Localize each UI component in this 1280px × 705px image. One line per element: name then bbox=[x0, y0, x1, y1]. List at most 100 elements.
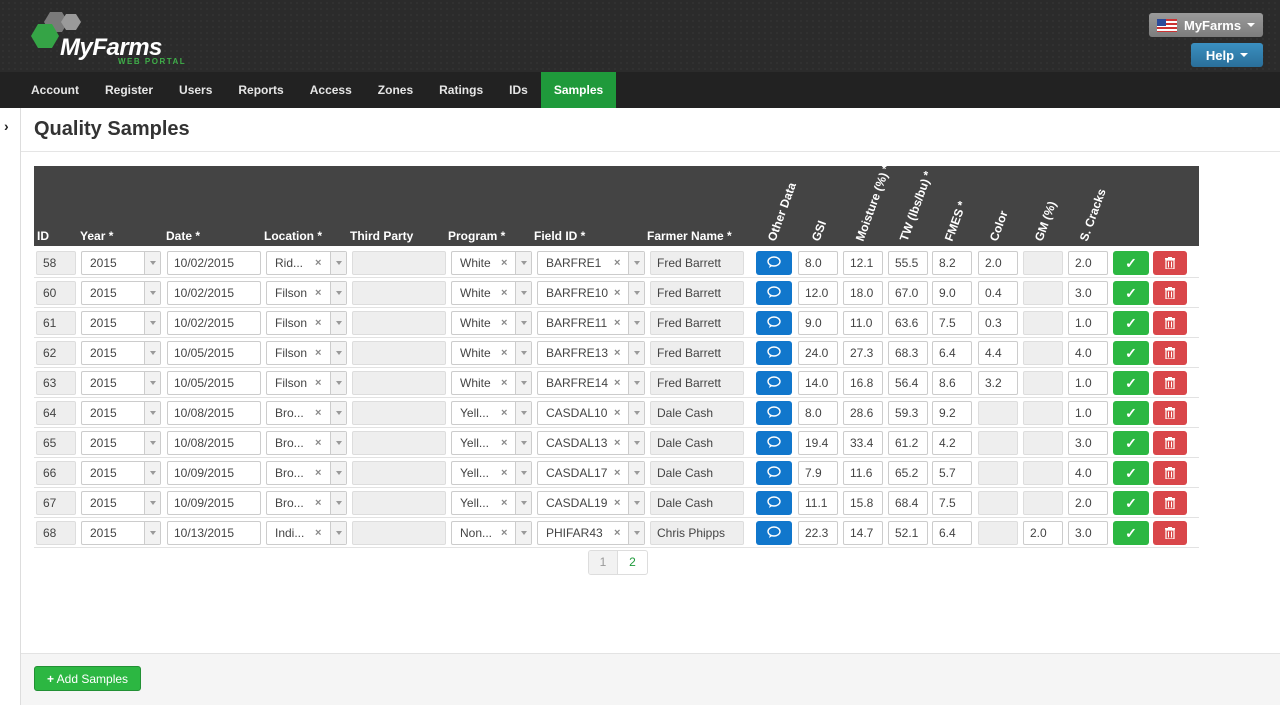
other-data-button[interactable] bbox=[756, 251, 792, 275]
location-select[interactable]: Filson × bbox=[266, 371, 347, 395]
clear-icon[interactable]: × bbox=[315, 402, 321, 424]
other-data-button[interactable] bbox=[756, 401, 792, 425]
s-cracks-input[interactable]: 4.0 bbox=[1068, 461, 1108, 485]
clear-icon[interactable]: × bbox=[614, 312, 620, 334]
date-input[interactable]: 10/08/2015 bbox=[167, 401, 261, 425]
third-party-input[interactable] bbox=[352, 401, 446, 425]
other-data-button[interactable] bbox=[756, 341, 792, 365]
other-data-button[interactable] bbox=[756, 521, 792, 545]
gsi-input[interactable]: 11.1 bbox=[798, 491, 838, 515]
dropdown-arrow-icon[interactable] bbox=[144, 432, 160, 454]
dropdown-arrow-icon[interactable] bbox=[515, 282, 531, 304]
save-row-button[interactable]: ✓ bbox=[1113, 281, 1149, 305]
program-select[interactable]: White × bbox=[451, 311, 532, 335]
save-row-button[interactable]: ✓ bbox=[1113, 521, 1149, 545]
s-cracks-input[interactable]: 3.0 bbox=[1068, 281, 1108, 305]
nav-item-account[interactable]: Account bbox=[18, 72, 92, 108]
year-select[interactable]: 2015 bbox=[81, 281, 161, 305]
clear-icon[interactable]: × bbox=[315, 492, 321, 514]
fmes-input[interactable]: 8.6 bbox=[932, 371, 972, 395]
fmes-input[interactable]: 8.2 bbox=[932, 251, 972, 275]
gsi-input[interactable]: 9.0 bbox=[798, 311, 838, 335]
gsi-input[interactable]: 14.0 bbox=[798, 371, 838, 395]
s-cracks-input[interactable]: 4.0 bbox=[1068, 341, 1108, 365]
other-data-button[interactable] bbox=[756, 371, 792, 395]
field-id-select[interactable]: BARFRE14 × bbox=[537, 371, 645, 395]
gsi-input[interactable]: 24.0 bbox=[798, 341, 838, 365]
year-select[interactable]: 2015 bbox=[81, 521, 161, 545]
gm-input[interactable] bbox=[1023, 281, 1063, 305]
year-select[interactable]: 2015 bbox=[81, 461, 161, 485]
clear-icon[interactable]: × bbox=[501, 372, 507, 394]
date-input[interactable]: 10/09/2015 bbox=[167, 491, 261, 515]
save-row-button[interactable]: ✓ bbox=[1113, 431, 1149, 455]
clear-icon[interactable]: × bbox=[315, 522, 321, 544]
gm-input[interactable] bbox=[1023, 491, 1063, 515]
third-party-input[interactable] bbox=[352, 521, 446, 545]
date-input[interactable]: 10/02/2015 bbox=[167, 311, 261, 335]
s-cracks-input[interactable]: 3.0 bbox=[1068, 521, 1108, 545]
gsi-input[interactable]: 8.0 bbox=[798, 251, 838, 275]
fmes-input[interactable]: 5.7 bbox=[932, 461, 972, 485]
tw-input[interactable]: 68.4 bbox=[888, 491, 928, 515]
program-select[interactable]: White × bbox=[451, 341, 532, 365]
nav-item-register[interactable]: Register bbox=[92, 72, 166, 108]
field-id-select[interactable]: CASDAL17 × bbox=[537, 461, 645, 485]
dropdown-arrow-icon[interactable] bbox=[628, 252, 644, 274]
dropdown-arrow-icon[interactable] bbox=[515, 252, 531, 274]
program-select[interactable]: Non... × bbox=[451, 521, 532, 545]
other-data-button[interactable] bbox=[756, 461, 792, 485]
field-id-select[interactable]: CASDAL13 × bbox=[537, 431, 645, 455]
dropdown-arrow-icon[interactable] bbox=[144, 522, 160, 544]
gsi-input[interactable]: 8.0 bbox=[798, 401, 838, 425]
dropdown-arrow-icon[interactable] bbox=[628, 492, 644, 514]
third-party-input[interactable] bbox=[352, 431, 446, 455]
page-2[interactable]: 2 bbox=[618, 551, 647, 574]
program-select[interactable]: White × bbox=[451, 371, 532, 395]
location-select[interactable]: Bro... × bbox=[266, 401, 347, 425]
fmes-input[interactable]: 6.4 bbox=[932, 341, 972, 365]
dropdown-arrow-icon[interactable] bbox=[144, 282, 160, 304]
color-input[interactable] bbox=[978, 491, 1018, 515]
clear-icon[interactable]: × bbox=[315, 312, 321, 334]
clear-icon[interactable]: × bbox=[501, 402, 507, 424]
dropdown-arrow-icon[interactable] bbox=[330, 342, 346, 364]
s-cracks-input[interactable]: 2.0 bbox=[1068, 491, 1108, 515]
clear-icon[interactable]: × bbox=[315, 282, 321, 304]
delete-row-button[interactable] bbox=[1153, 371, 1187, 395]
field-id-select[interactable]: BARFRE1 × bbox=[537, 251, 645, 275]
fmes-input[interactable]: 4.2 bbox=[932, 431, 972, 455]
date-input[interactable]: 10/05/2015 bbox=[167, 341, 261, 365]
save-row-button[interactable]: ✓ bbox=[1113, 341, 1149, 365]
third-party-input[interactable] bbox=[352, 281, 446, 305]
clear-icon[interactable]: × bbox=[614, 252, 620, 274]
color-input[interactable] bbox=[978, 461, 1018, 485]
third-party-input[interactable] bbox=[352, 461, 446, 485]
fmes-input[interactable]: 6.4 bbox=[932, 521, 972, 545]
nav-item-ratings[interactable]: Ratings bbox=[426, 72, 496, 108]
clear-icon[interactable]: × bbox=[501, 522, 507, 544]
color-input[interactable]: 0.4 bbox=[978, 281, 1018, 305]
clear-icon[interactable]: × bbox=[614, 492, 620, 514]
delete-row-button[interactable] bbox=[1153, 461, 1187, 485]
date-input[interactable]: 10/13/2015 bbox=[167, 521, 261, 545]
color-input[interactable]: 0.3 bbox=[978, 311, 1018, 335]
year-select[interactable]: 2015 bbox=[81, 431, 161, 455]
save-row-button[interactable]: ✓ bbox=[1113, 251, 1149, 275]
s-cracks-input[interactable]: 1.0 bbox=[1068, 311, 1108, 335]
program-select[interactable]: Yell... × bbox=[451, 461, 532, 485]
dropdown-arrow-icon[interactable] bbox=[628, 342, 644, 364]
color-input[interactable] bbox=[978, 431, 1018, 455]
clear-icon[interactable]: × bbox=[501, 342, 507, 364]
moisture-input[interactable]: 16.8 bbox=[843, 371, 883, 395]
third-party-input[interactable] bbox=[352, 491, 446, 515]
program-select[interactable]: Yell... × bbox=[451, 401, 532, 425]
clear-icon[interactable]: × bbox=[501, 282, 507, 304]
delete-row-button[interactable] bbox=[1153, 311, 1187, 335]
location-select[interactable]: Bro... × bbox=[266, 431, 347, 455]
location-select[interactable]: Filson × bbox=[266, 341, 347, 365]
page-1[interactable]: 1 bbox=[589, 551, 618, 574]
delete-row-button[interactable] bbox=[1153, 401, 1187, 425]
clear-icon[interactable]: × bbox=[501, 312, 507, 334]
chevron-right-icon[interactable]: › bbox=[4, 118, 9, 134]
